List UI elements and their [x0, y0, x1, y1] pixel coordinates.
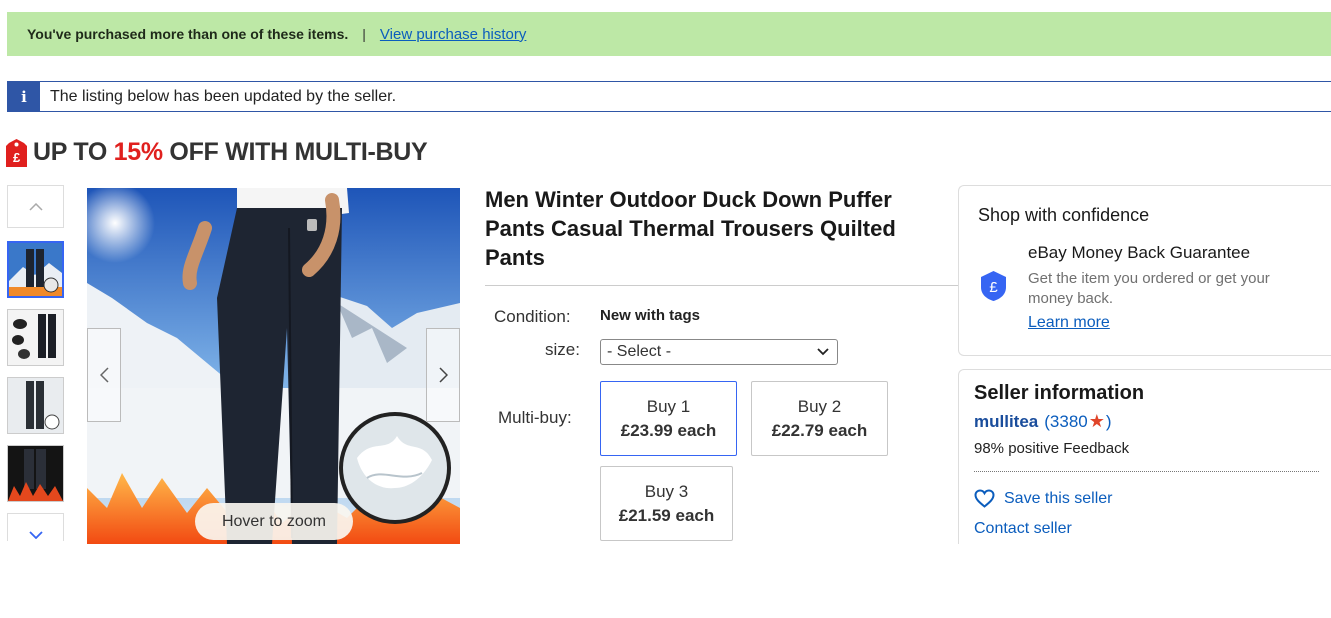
- multibuy-price: £22.79 each: [771, 420, 868, 440]
- contact-seller-link[interactable]: Contact seller: [974, 520, 1072, 538]
- thumbnail-scroll-down-button[interactable]: [7, 513, 64, 541]
- thumbnail-1[interactable]: [7, 241, 64, 298]
- chevron-left-icon: [99, 367, 109, 383]
- thumbnail-image: [8, 378, 63, 433]
- thumbnail-image: [9, 243, 62, 296]
- svg-text:£: £: [989, 279, 998, 296]
- seller-score-value: (3380: [1044, 412, 1088, 431]
- save-seller-button[interactable]: Save this seller: [974, 489, 1113, 508]
- title-divider: [485, 285, 958, 286]
- promo-prefix: UP TO: [33, 138, 114, 166]
- seller-identity: mullitea (3380★): [974, 411, 1112, 432]
- multibuy-qty: Buy 1: [646, 396, 691, 416]
- chevron-down-icon: [28, 531, 43, 539]
- purchase-history-banner: You've purchased more than one of these …: [7, 12, 1331, 56]
- thumbnail-image: [8, 446, 63, 501]
- multibuy-qty: Buy 3: [644, 481, 689, 501]
- multibuy-qty: Buy 2: [797, 396, 842, 416]
- size-label: size:: [545, 340, 580, 359]
- multibuy-option-2[interactable]: Buy 2 £22.79 each: [751, 381, 888, 456]
- listing-updated-banner: i The listing below has been updated by …: [7, 81, 1331, 112]
- seller-info-heading: Seller information: [974, 382, 1145, 404]
- thumbnail-4[interactable]: [7, 445, 64, 502]
- learn-more-link[interactable]: Learn more: [1028, 314, 1110, 332]
- main-product-image[interactable]: Hover to zoom: [87, 188, 460, 544]
- view-purchase-history-link[interactable]: View purchase history: [380, 26, 526, 43]
- shield-pound-icon: £: [981, 271, 1006, 301]
- hover-to-zoom-hint: Hover to zoom: [195, 503, 353, 540]
- seller-divider: [974, 471, 1319, 472]
- thumbnail-image: [8, 310, 63, 365]
- heart-icon: [974, 489, 995, 508]
- size-select[interactable]: - Select -: [600, 339, 838, 365]
- price-tag-icon: £: [6, 138, 27, 167]
- seller-name-link[interactable]: mullitea: [974, 412, 1038, 432]
- banner-separator: |: [362, 26, 366, 42]
- seller-information-card: Seller information mullitea (3380★) 98% …: [958, 369, 1331, 544]
- listing-title: Men Winter Outdoor Duck Down Puffer Pant…: [485, 187, 896, 270]
- chevron-right-icon: [438, 367, 448, 383]
- thumbnail-scroll-up-button[interactable]: [7, 185, 64, 228]
- svg-text:£: £: [13, 150, 21, 165]
- promo-percent: 15%: [113, 138, 163, 166]
- money-back-guarantee-description: Get the item you ordered or get your mon…: [1028, 270, 1270, 307]
- thumbnail-2[interactable]: [7, 309, 64, 366]
- multibuy-option-3[interactable]: Buy 3 £21.59 each: [600, 466, 733, 541]
- star-icon: ★: [1088, 411, 1105, 431]
- multibuy-price: £21.59 each: [618, 505, 715, 525]
- seller-score-close: ): [1105, 412, 1112, 431]
- next-image-button[interactable]: [426, 328, 460, 422]
- thumbnail-strip: [7, 185, 64, 541]
- multibuy-option-1[interactable]: Buy 1 £23.99 each: [600, 381, 737, 456]
- product-photo: [87, 188, 460, 544]
- previous-image-button[interactable]: [87, 328, 121, 422]
- save-seller-label: Save this seller: [1004, 489, 1113, 507]
- condition-value: New with tags: [600, 307, 701, 324]
- positive-feedback: 98% positive Feedback: [974, 440, 1130, 457]
- multibuy-label: Multi-buy:: [498, 408, 572, 427]
- confidence-heading: Shop with confidence: [978, 205, 1150, 225]
- condition-label: Condition:: [494, 307, 571, 326]
- thumbnail-3[interactable]: [7, 377, 64, 434]
- multibuy-promo-headline: £ UP TO 15% OFF WITH MULTI-BUY: [6, 138, 428, 167]
- info-icon: i: [8, 82, 40, 111]
- shop-with-confidence-card: Shop with confidence £ eBay Money Back G…: [958, 185, 1331, 356]
- listing-updated-text: The listing below has been updated by th…: [50, 87, 397, 105]
- purchase-message: You've purchased more than one of these …: [27, 26, 349, 42]
- chevron-up-icon: [28, 202, 43, 211]
- seller-feedback-score-link[interactable]: (3380★): [1044, 411, 1111, 432]
- chevron-down-icon: [817, 348, 829, 356]
- multibuy-price: £23.99 each: [620, 420, 717, 440]
- money-back-guarantee-title: eBay Money Back Guarantee: [1028, 243, 1251, 262]
- promo-suffix: OFF WITH MULTI-BUY: [162, 138, 428, 166]
- size-selected-value: - Select -: [607, 343, 672, 360]
